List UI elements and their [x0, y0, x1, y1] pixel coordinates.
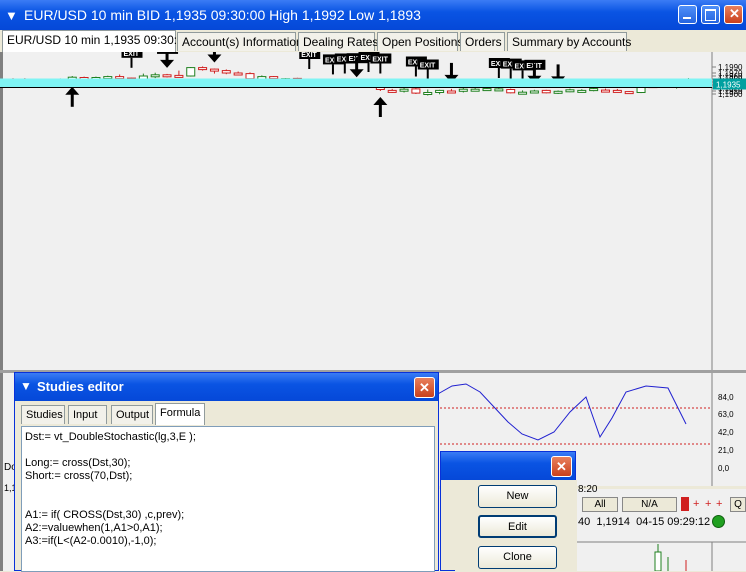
- exit-label: EXIT: [301, 52, 317, 59]
- current-price-band: [0, 78, 712, 88]
- candle: [494, 88, 504, 92]
- tab-dealing-rates[interactable]: Dealing Rates: [298, 32, 378, 51]
- tab-formula[interactable]: Formula: [155, 403, 205, 425]
- indicator-tick-label: 63,0: [718, 410, 734, 419]
- studies-editor-dialog: ▼ Studies editor ✕ Studies Input Output …: [14, 372, 439, 572]
- main-window-title-bar: ▼ EUR/USD 10 min BID 1,1935 09:30:00 Hig…: [0, 0, 746, 30]
- tab-chart[interactable]: EUR/USD 10 min 1,1935 09:30:00: [2, 30, 190, 52]
- exit-label: EXIT: [420, 63, 436, 70]
- candle: [506, 88, 516, 94]
- indicator-tick-label: 0,0: [718, 464, 730, 473]
- candle: [541, 89, 551, 94]
- minimize-button[interactable]: [678, 5, 697, 24]
- candle: [589, 88, 599, 92]
- edit-button[interactable]: Edit: [478, 515, 557, 538]
- candle: [221, 69, 231, 75]
- price-tick-label: 1,1900: [718, 90, 743, 99]
- connection-status-icon: [712, 515, 725, 528]
- exit-label: EXIT: [124, 52, 140, 58]
- tab-orders[interactable]: Orders: [460, 32, 505, 51]
- time-axis-label: 8:20: [578, 484, 598, 495]
- studies-list-dialog: ✕ New Edit Clone: [440, 451, 577, 572]
- indicator-tick-label: 42,0: [718, 428, 734, 437]
- studies-list-close-button[interactable]: ✕: [551, 456, 572, 477]
- candle: [482, 88, 492, 92]
- app-logo-icon: ▼: [20, 379, 32, 393]
- main-tab-strip: EUR/USD 10 min 1,1935 09:30:00 Account(s…: [0, 30, 746, 53]
- tab-output[interactable]: Output: [111, 405, 153, 424]
- close-button[interactable]: ✕: [724, 5, 743, 24]
- maximize-button[interactable]: [701, 5, 720, 24]
- app-logo-icon: ▼: [5, 8, 18, 23]
- current-price-tag-label: 1,1935: [716, 81, 741, 90]
- tab-studies[interactable]: Studies: [21, 405, 65, 424]
- candle: [186, 67, 196, 77]
- status-readout: 40 1,1914 04-15 09:29:12: [578, 516, 711, 528]
- exit-label: EXIT: [372, 57, 388, 64]
- na-button[interactable]: N/A: [622, 497, 677, 512]
- candle: [162, 73, 172, 78]
- all-button[interactable]: All: [582, 497, 618, 512]
- q-button[interactable]: Q: [730, 497, 746, 512]
- window-title: EUR/USD 10 min BID 1,1935 09:30:00 High …: [24, 7, 421, 23]
- cross-icon-3[interactable]: +: [716, 497, 726, 511]
- tab-accounts-information[interactable]: Account(s) Information: [177, 32, 303, 51]
- studies-editor-close-button[interactable]: ✕: [414, 377, 435, 398]
- new-button[interactable]: New: [478, 485, 557, 508]
- studies-editor-title-bar: ▼ Studies editor ✕: [15, 373, 438, 401]
- sell-marker-icon[interactable]: [681, 497, 689, 511]
- indicator-tick-label: 21,0: [718, 446, 734, 455]
- cross-icon-2[interactable]: +: [705, 497, 715, 511]
- clone-button[interactable]: Clone: [478, 546, 557, 569]
- studies-list-title-bar: ✕: [441, 452, 575, 480]
- indicator-tick-label: 84,0: [718, 393, 734, 402]
- studies-editor-title: Studies editor: [37, 379, 124, 394]
- tab-summary-by-accounts[interactable]: Summary by Accounts: [507, 32, 631, 51]
- formula-editor[interactable]: Dst:= vt_DoubleStochastic(lg,3,E ); Long…: [21, 426, 435, 572]
- cross-icon[interactable]: +: [693, 497, 703, 511]
- tab-input[interactable]: Input: [68, 405, 107, 424]
- tab-open-positions[interactable]: Open Positions: [377, 32, 463, 51]
- candle: [553, 90, 563, 94]
- candle: [624, 91, 634, 95]
